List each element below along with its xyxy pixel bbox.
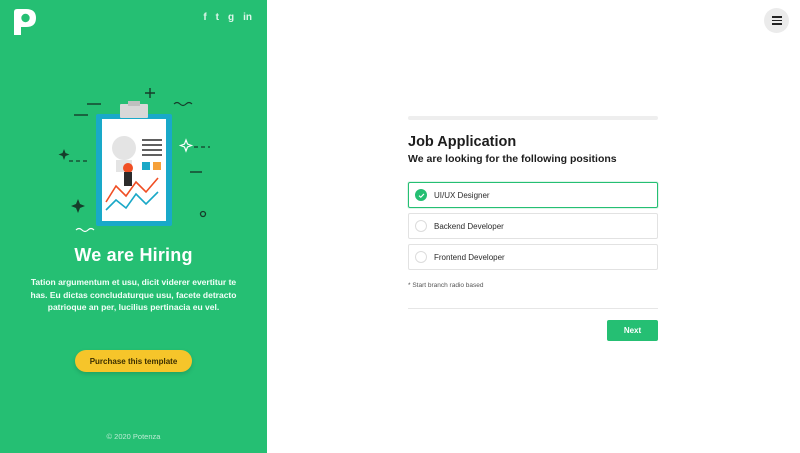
hamburger-menu-icon[interactable] [764,8,789,33]
clipboard-illustration [58,88,210,233]
twitter-icon[interactable]: t [216,12,219,24]
form-note: * Start branch radio based [408,282,484,289]
hero-description: Tation argumentum et usu, dicit viderer … [30,277,237,312]
copyright-text: © 2020 Potenza [106,432,161,441]
position-option-label: UI/UX Designer [434,190,490,200]
position-option-frontend[interactable]: Frontend Developer [408,244,658,270]
form-subtitle: We are looking for the following positio… [408,153,617,165]
radio-checked-icon[interactable] [415,189,427,201]
position-option-backend[interactable]: Backend Developer [408,213,658,239]
position-option-ui-ux[interactable]: UI/UX Designer [408,182,658,208]
hero-title: We are Hiring [74,245,193,265]
radio-unchecked-icon[interactable] [415,251,427,263]
google-plus-icon[interactable]: g [228,12,234,24]
form-title: Job Application [408,134,517,150]
linkedin-icon[interactable]: in [243,12,252,24]
next-button[interactable]: Next [607,320,658,341]
purchase-template-button[interactable]: Purchase this template [75,350,192,372]
radio-unchecked-icon[interactable] [415,220,427,232]
form-divider [408,308,658,309]
form-progress-bar [408,116,658,120]
facebook-icon[interactable]: f [203,12,206,24]
position-option-label: Backend Developer [434,221,504,231]
hero-panel: f t g in We are Hiring Tation argumentum… [0,0,267,453]
social-links: f t g in [203,12,252,24]
position-option-label: Frontend Developer [434,252,505,262]
p-logo-icon[interactable] [11,8,39,36]
